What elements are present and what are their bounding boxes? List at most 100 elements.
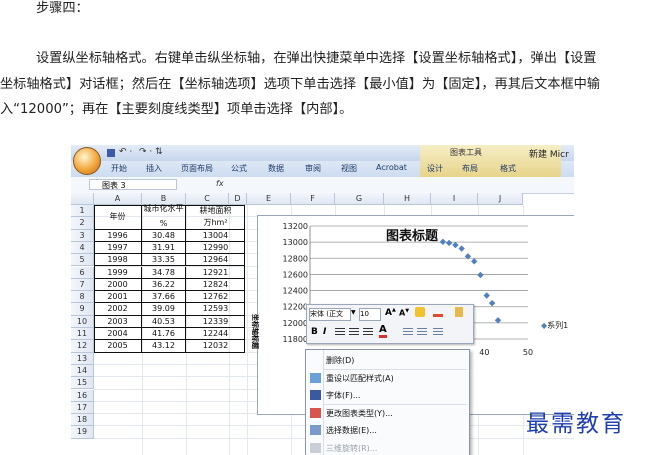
cell-urbanization[interactable]: 40.53 bbox=[142, 315, 186, 328]
row-header[interactable]: 3 bbox=[71, 229, 94, 242]
indent-icon[interactable] bbox=[403, 328, 413, 337]
format-painter-icon[interactable] bbox=[455, 307, 463, 317]
column-header[interactable]: J bbox=[478, 193, 523, 205]
row-header[interactable]: 11 bbox=[71, 328, 94, 341]
context-menu-item[interactable]: 三维旋转(R)... bbox=[326, 443, 377, 454]
row-header[interactable]: 7 bbox=[71, 278, 94, 292]
font-name-box[interactable]: 宋体 (正文 bbox=[309, 308, 351, 321]
row-header[interactable]: 8 bbox=[71, 291, 94, 304]
cell-farmland[interactable]: 12990 bbox=[186, 242, 245, 255]
column-header[interactable]: A bbox=[94, 193, 142, 205]
grow-font-icon[interactable]: A▲ bbox=[385, 307, 396, 318]
cell-year[interactable]: 2003 bbox=[94, 315, 142, 328]
undo-button[interactable]: ↶ · bbox=[119, 147, 132, 157]
redo-button[interactable]: ↷ · ⇅ bbox=[139, 147, 163, 157]
align-right-icon[interactable] bbox=[363, 328, 373, 337]
align-center-icon[interactable] bbox=[349, 328, 359, 337]
row-header[interactable]: 18 bbox=[71, 414, 94, 427]
cell-farmland[interactable]: 12824 bbox=[186, 279, 245, 292]
bullets-icon[interactable] bbox=[433, 328, 443, 337]
cell-year[interactable]: 1999 bbox=[94, 266, 142, 279]
office-button[interactable] bbox=[73, 147, 101, 175]
line-color-icon[interactable] bbox=[433, 307, 443, 317]
cell-farmland[interactable]: 12244 bbox=[186, 328, 245, 341]
ribbon-tab[interactable]: 插入 bbox=[146, 163, 162, 174]
ribbon-tab[interactable]: 审阅 bbox=[305, 163, 321, 174]
cell-year[interactable]: 1997 bbox=[94, 241, 142, 255]
cell-farmland[interactable]: 12032 bbox=[186, 340, 245, 353]
legend[interactable]: ◆系列1 bbox=[541, 320, 568, 331]
context-menu-item[interactable]: 删除(D) bbox=[326, 355, 354, 366]
cell-farmland[interactable]: 12921 bbox=[186, 267, 245, 279]
ribbon-tab[interactable]: 格式 bbox=[500, 163, 516, 174]
cell-farmland[interactable]: 12339 bbox=[186, 316, 245, 328]
chart-type-icon[interactable] bbox=[310, 407, 321, 418]
ribbon-tab[interactable]: 视图 bbox=[341, 163, 357, 174]
row-header[interactable]: 15 bbox=[71, 377, 94, 390]
quick-save-icon[interactable] bbox=[107, 149, 115, 157]
font-color-icon[interactable]: A bbox=[379, 325, 387, 338]
cell-year[interactable]: 2001 bbox=[94, 291, 142, 304]
fill-color-icon[interactable] bbox=[415, 307, 425, 317]
outdent-icon[interactable] bbox=[417, 328, 427, 337]
ribbon-tab[interactable]: 开始 bbox=[111, 163, 127, 174]
cell-year[interactable]: 1996 bbox=[94, 229, 142, 242]
name-box[interactable]: 图表 3 bbox=[89, 179, 177, 190]
cell-year[interactable]: 1998 bbox=[94, 254, 142, 267]
ribbon-tab[interactable]: 页面布局 bbox=[181, 163, 213, 174]
cell-urbanization[interactable]: 37.66 bbox=[142, 291, 186, 304]
cell-urbanization[interactable]: 33.35 bbox=[142, 254, 186, 267]
align-left-icon[interactable] bbox=[335, 328, 345, 337]
ribbon-tab[interactable]: Acrobat bbox=[376, 163, 407, 172]
context-menu-item[interactable]: 选择数据(E)... bbox=[326, 425, 377, 436]
column-header[interactable]: G bbox=[335, 193, 384, 205]
menu-separator[interactable] bbox=[324, 369, 467, 370]
column-header[interactable]: H bbox=[384, 193, 431, 205]
column-header[interactable]: D bbox=[229, 193, 247, 205]
cell-farmland[interactable]: 12964 bbox=[186, 254, 245, 267]
select-all-corner[interactable] bbox=[71, 193, 94, 205]
context-menu-item[interactable]: 更改图表类型(Y)... bbox=[326, 408, 393, 419]
font-dropdown-icon[interactable]: ▼ bbox=[351, 309, 356, 316]
header-farmland[interactable]: 耕地面积 bbox=[186, 205, 245, 217]
row-header[interactable]: 10 bbox=[71, 315, 94, 328]
font-icon[interactable] bbox=[310, 390, 321, 400]
row-header[interactable]: 6 bbox=[71, 266, 94, 279]
cell-urbanization[interactable]: 39.09 bbox=[142, 303, 186, 316]
column-header[interactable]: C bbox=[186, 193, 229, 205]
row-header[interactable]: 2 bbox=[71, 217, 94, 230]
fx-button[interactable]: fx bbox=[216, 179, 224, 188]
cell-urbanization[interactable]: 31.91 bbox=[142, 241, 186, 255]
cell-year[interactable]: 2005 bbox=[94, 340, 142, 353]
row-header[interactable]: 4 bbox=[71, 241, 94, 255]
header-urbanization-unit[interactable]: % bbox=[142, 218, 186, 230]
header-farmland-unit[interactable]: 万hm² bbox=[186, 217, 245, 230]
row-header[interactable]: 9 bbox=[71, 303, 94, 316]
cell-farmland[interactable]: 12593 bbox=[186, 303, 245, 316]
column-header[interactable]: I bbox=[431, 193, 478, 205]
cell-year[interactable]: 2002 bbox=[94, 303, 142, 316]
row-header[interactable]: 19 bbox=[71, 426, 94, 439]
ribbon-tab[interactable]: 数据 bbox=[268, 163, 284, 174]
row-header[interactable]: 17 bbox=[71, 401, 94, 415]
bold-button[interactable]: B bbox=[311, 327, 318, 337]
row-header[interactable]: 5 bbox=[71, 254, 94, 267]
context-menu-item[interactable]: 重设以匹配样式(A) bbox=[326, 373, 394, 384]
row-header[interactable]: 14 bbox=[71, 364, 94, 378]
rotate-3d-icon[interactable] bbox=[310, 442, 321, 453]
cell-farmland[interactable]: 12762 bbox=[186, 291, 245, 304]
row-header[interactable]: 12 bbox=[71, 340, 94, 353]
select-data-icon[interactable] bbox=[310, 425, 321, 435]
column-header[interactable]: F bbox=[291, 193, 335, 205]
ribbon-tab[interactable]: 公式 bbox=[231, 163, 247, 174]
cell-urbanization[interactable]: 43.12 bbox=[142, 340, 186, 353]
cell-farmland[interactable]: 13004 bbox=[186, 230, 245, 242]
italic-button[interactable]: I bbox=[323, 327, 326, 337]
cell-year[interactable]: 2004 bbox=[94, 328, 142, 341]
header-year[interactable]: 年份 bbox=[94, 205, 142, 230]
ribbon-tab[interactable]: 布局 bbox=[462, 163, 478, 174]
cell-urbanization[interactable]: 36.22 bbox=[142, 278, 186, 292]
menu-separator[interactable] bbox=[324, 404, 467, 405]
y-axis-title[interactable]: 坐标轴标题 bbox=[250, 314, 260, 349]
font-size-box[interactable]: 10 bbox=[359, 308, 381, 321]
